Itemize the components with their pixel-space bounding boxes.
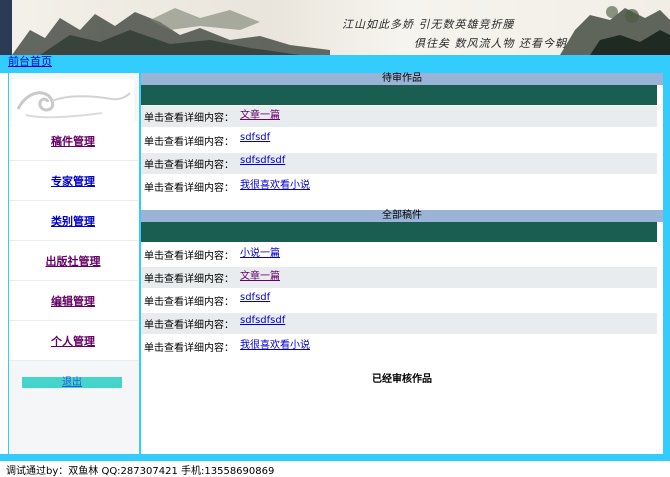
row-label: 单击查看详细内容： [144, 274, 234, 285]
pending-section-title: 待审作品 [141, 73, 663, 85]
sidebar-item-label[interactable]: 个人管理 [51, 333, 95, 349]
logout-label[interactable]: 退出 [62, 377, 82, 388]
home-link[interactable]: 前台首页 [8, 55, 52, 69]
list-item: 单击查看详细内容： 我很喜欢看小说 [141, 336, 657, 357]
left-border [8, 73, 9, 454]
work-title-link[interactable]: sdfsdfsdf [240, 315, 285, 326]
work-title-link[interactable]: sdfsdf [240, 292, 270, 303]
row-label: 单击查看详细内容： [144, 113, 234, 124]
sidebar-item-label[interactable]: 专家管理 [51, 173, 95, 189]
top-nav-bar: 前台首页 [0, 55, 670, 70]
list-item: 单击查看详细内容： sdfsdfsdf [141, 153, 657, 174]
work-title-link[interactable]: 小说一篇 [240, 244, 280, 259]
list-item: 单击查看详细内容： sdfsdf [141, 130, 657, 151]
row-label: 单击查看详细内容： [144, 320, 234, 331]
footer-divider [0, 454, 670, 461]
list-item: 单击查看详细内容： sdfsdfsdf [141, 313, 657, 334]
row-label: 单击查看详细内容： [144, 137, 234, 148]
main-content: 待审作品 单击查看详细内容： 文章一篇 单击查看详细内容： sdfsdf 单击查… [141, 73, 663, 454]
work-title-link[interactable]: 我很喜欢看小说 [240, 336, 310, 351]
logout-button[interactable]: 退出 [22, 377, 122, 388]
sidebar-item-label[interactable]: 稿件管理 [51, 133, 95, 149]
sidebar-item-manuscripts[interactable]: 稿件管理 [8, 121, 138, 161]
ornament-logo [12, 79, 134, 123]
sidebar-item-experts[interactable]: 专家管理 [8, 161, 138, 201]
row-label: 单击查看详细内容： [144, 251, 234, 262]
work-title-link[interactable]: sdfsdf [240, 132, 270, 143]
row-label: 单击查看详细内容： [144, 160, 234, 171]
row-label: 单击查看详细内容： [144, 183, 234, 194]
sidebar-item-personal[interactable]: 个人管理 [8, 321, 138, 361]
reviewed-section-title: 已经审核作品 [372, 374, 432, 385]
sidebar-item-publishers[interactable]: 出版社管理 [8, 241, 138, 281]
all-section-title: 全部稿件 [141, 210, 663, 222]
landscape-painting-image [0, 0, 670, 55]
sidebar-item-label[interactable]: 出版社管理 [46, 253, 101, 269]
work-title-link[interactable]: 我很喜欢看小说 [240, 176, 310, 191]
sidebar: 稿件管理 专家管理 类别管理 出版社管理 编辑管理 个人管理 退出 [8, 73, 138, 454]
list-item: 单击查看详细内容： 我很喜欢看小说 [141, 176, 657, 197]
banner-poem-line1: 江山如此多娇 引无数英雄竞折腰 [342, 18, 515, 31]
sidebar-item-editors[interactable]: 编辑管理 [8, 281, 138, 321]
all-header-bar [141, 222, 657, 242]
list-item: 单击查看详细内容： 文章一篇 [141, 267, 657, 288]
sidebar-item-label[interactable]: 编辑管理 [51, 293, 95, 309]
sidebar-item-categories[interactable]: 类别管理 [8, 201, 138, 241]
work-title-link[interactable]: sdfsdfsdf [240, 155, 285, 166]
row-label: 单击查看详细内容： [144, 343, 234, 354]
row-label: 单击查看详细内容： [144, 297, 234, 308]
header-banner: 江山如此多娇 引无数英雄竞折腰 俱往矣 数风流人物 还看今朝 [0, 0, 670, 55]
pending-header-bar [141, 85, 657, 105]
right-border [663, 73, 670, 454]
work-title-link[interactable]: 文章一篇 [240, 267, 280, 282]
list-item: 单击查看详细内容： 小说一篇 [141, 244, 657, 265]
sidebar-item-label[interactable]: 类别管理 [51, 213, 95, 229]
work-title-link[interactable]: 文章一篇 [240, 106, 280, 121]
banner-poem-line2: 俱往矣 数风流人物 还看今朝 [414, 37, 567, 50]
list-item: 单击查看详细内容： sdfsdf [141, 290, 657, 311]
list-item: 单击查看详细内容： 文章一篇 [141, 106, 657, 127]
